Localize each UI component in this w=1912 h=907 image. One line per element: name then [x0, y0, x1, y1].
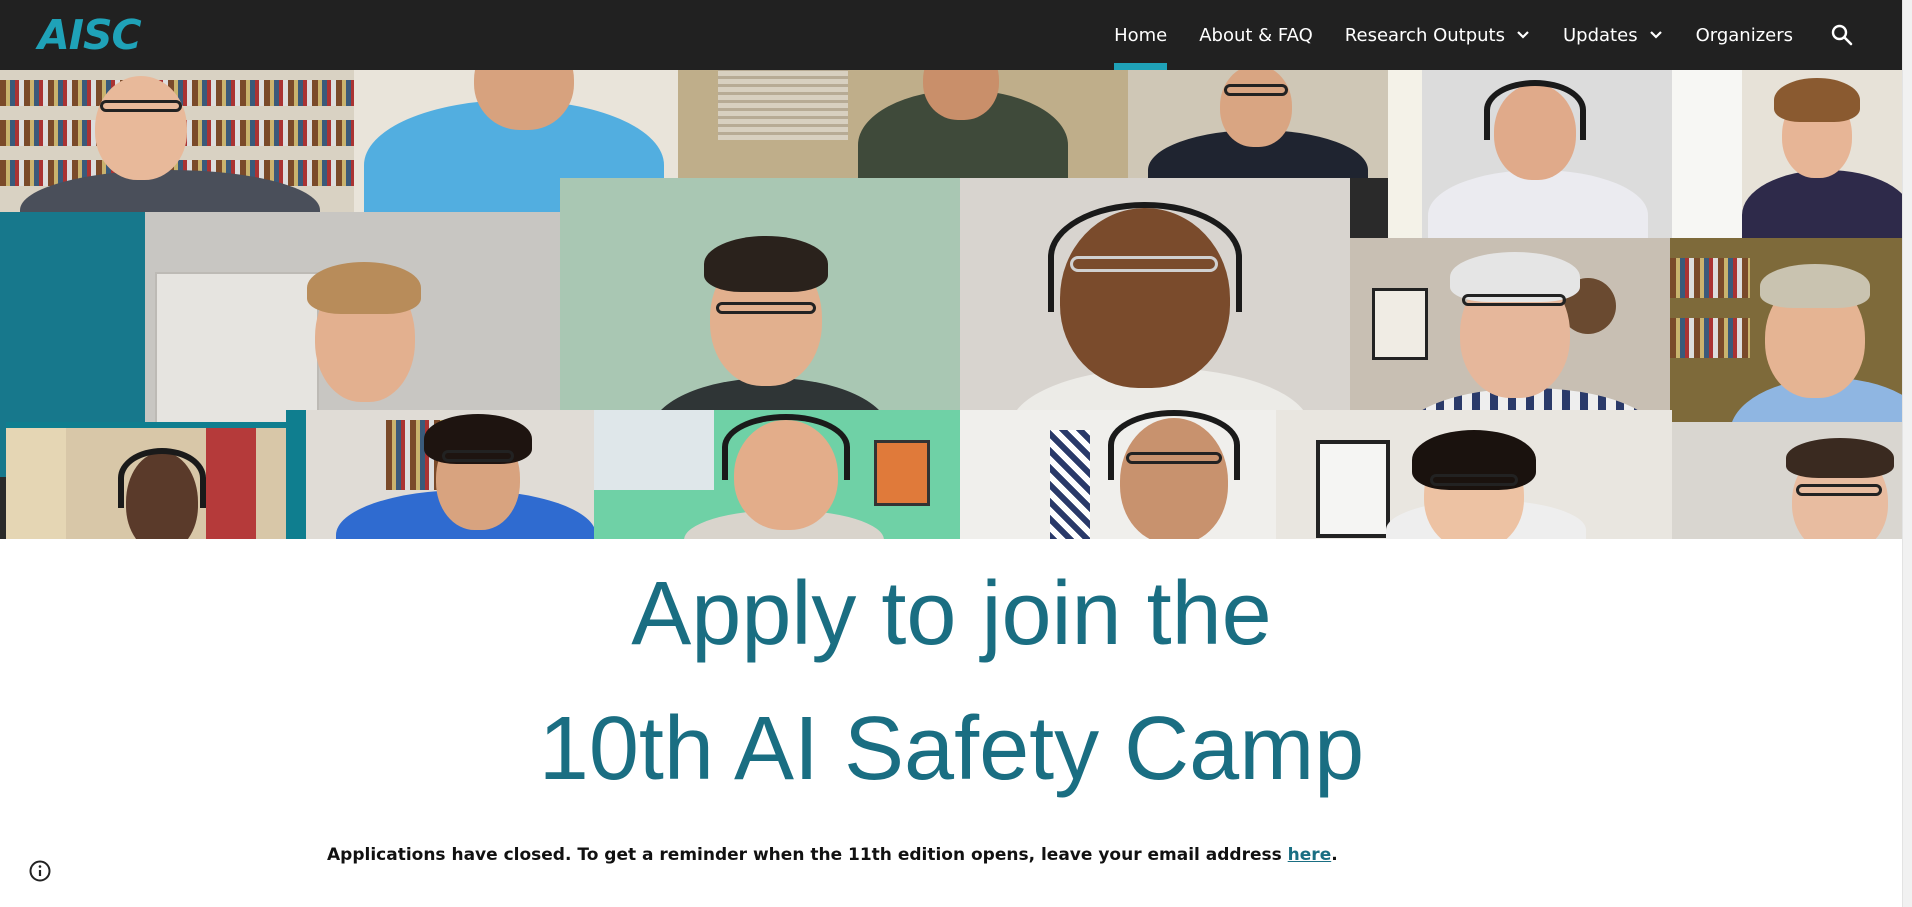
- headset: [1484, 80, 1586, 140]
- participant-tile: [306, 410, 594, 539]
- glasses: [1796, 484, 1882, 496]
- bookshelf: [1670, 318, 1750, 358]
- participant-tile: [678, 70, 1128, 178]
- site-info-button[interactable]: [28, 859, 52, 883]
- nav-item-label: About & FAQ: [1199, 24, 1313, 46]
- person-shoulders: [1742, 170, 1903, 238]
- glasses: [442, 450, 514, 462]
- skylight: [594, 410, 714, 490]
- top-nav-bar: AISC Home About & FAQ Research Outputs U…: [0, 0, 1903, 70]
- applications-closed-notice: Applications have closed. To get a remin…: [327, 843, 1338, 867]
- notice-text-end: .: [1331, 845, 1338, 865]
- nav-item-label: Updates: [1563, 24, 1638, 46]
- window-light: [1672, 70, 1742, 238]
- curtain: [206, 428, 256, 539]
- chair: [1050, 430, 1090, 539]
- person-hair: [1774, 78, 1860, 122]
- nav-item-label: Home: [1114, 24, 1168, 46]
- nav-item-about-faq[interactable]: About & FAQ: [1183, 0, 1329, 70]
- hero-banner-video-call-collage: [0, 70, 1903, 539]
- page-title-line-2: 10th AI Safety Camp: [538, 699, 1365, 799]
- bookshelf: [1670, 258, 1750, 298]
- chevron-down-icon[interactable]: [1648, 27, 1664, 43]
- person-hair: [704, 236, 828, 292]
- window-blinds: [718, 70, 848, 140]
- wall-picture: [1372, 288, 1428, 360]
- site-logo[interactable]: AISC: [38, 11, 142, 59]
- wall-picture: [874, 440, 930, 506]
- glasses: [1224, 84, 1288, 96]
- nav-item-label: Organizers: [1695, 24, 1793, 46]
- info-icon: [29, 860, 51, 882]
- participant-tile: [1388, 70, 1672, 238]
- window-light: [1388, 70, 1422, 238]
- nav-item-updates[interactable]: Updates: [1547, 0, 1680, 70]
- main-navigation: Home About & FAQ Research Outputs Update…: [1098, 0, 1859, 70]
- nav-item-label: Research Outputs: [1344, 24, 1505, 46]
- scrollbar[interactable]: [1902, 0, 1912, 907]
- participant-tile: [1672, 422, 1903, 539]
- person-shoulders: [1428, 170, 1648, 238]
- notice-text: Applications have closed. To get a remin…: [327, 845, 1288, 865]
- person-hair: [307, 262, 421, 314]
- glasses: [716, 302, 816, 314]
- nav-item-research-outputs[interactable]: Research Outputs: [1329, 0, 1547, 70]
- glasses: [1126, 452, 1222, 464]
- person-face: [95, 76, 187, 180]
- page-title-line-1: Apply to join the: [631, 564, 1272, 664]
- chevron-down-icon[interactable]: [1515, 27, 1531, 43]
- curtain: [6, 428, 66, 539]
- wall-poster: [1316, 440, 1390, 538]
- headset: [1108, 410, 1240, 480]
- participant-tile: [1672, 70, 1903, 238]
- headset: [118, 448, 206, 508]
- nav-item-organizers[interactable]: Organizers: [1680, 0, 1809, 70]
- headset: [722, 414, 850, 480]
- reminder-signup-link[interactable]: here: [1288, 845, 1332, 865]
- glasses: [1430, 474, 1518, 486]
- logo-text: AISC: [38, 11, 142, 59]
- glasses: [100, 100, 182, 112]
- participant-tile: [6, 422, 286, 539]
- participant-tile: [1276, 410, 1672, 539]
- search-button[interactable]: [1825, 18, 1859, 52]
- person-hair: [1760, 264, 1870, 308]
- nav-item-home[interactable]: Home: [1098, 0, 1183, 70]
- search-icon: [1831, 24, 1853, 46]
- participant-tile: [286, 410, 306, 539]
- glasses: [1070, 256, 1218, 272]
- participant-tile: [1128, 70, 1388, 178]
- glasses: [1462, 294, 1566, 306]
- participant-tile: [594, 410, 960, 539]
- participant-tile: [0, 70, 354, 212]
- person-face: [1220, 70, 1292, 147]
- person-hair: [1786, 438, 1894, 478]
- participant-tile: [960, 410, 1276, 539]
